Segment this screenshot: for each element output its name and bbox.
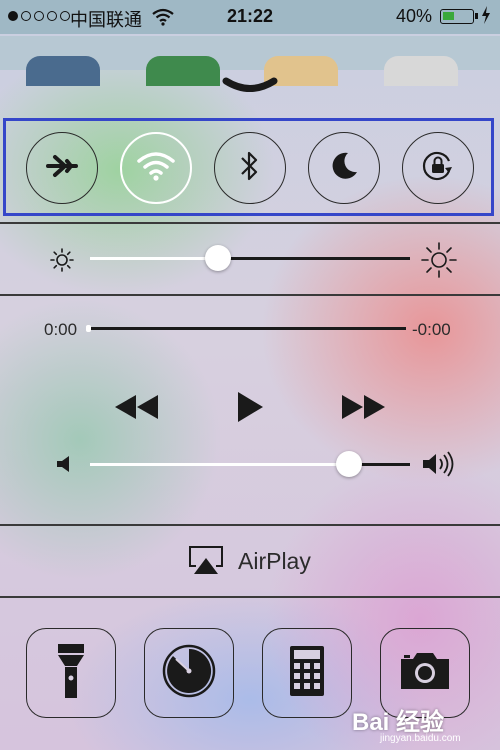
remaining-time: -0:00	[412, 320, 451, 339]
camera-icon	[399, 651, 451, 696]
play-button[interactable]	[232, 390, 268, 428]
airplay-label: AirPlay	[238, 548, 311, 574]
brightness-track-filled	[90, 257, 218, 260]
timer-button[interactable]	[144, 628, 234, 718]
home-screen-peek	[0, 36, 500, 86]
wifi-toggle[interactable]	[120, 132, 192, 204]
section-divider	[0, 222, 500, 224]
calculator-icon	[289, 645, 325, 702]
bluetooth-icon	[238, 148, 262, 189]
airplane-mode-toggle[interactable]	[26, 132, 98, 204]
media-progress-track[interactable]	[88, 327, 406, 330]
charging-icon	[481, 6, 491, 29]
do-not-disturb-toggle[interactable]	[308, 132, 380, 204]
chevron-down-icon[interactable]	[222, 76, 278, 96]
rotation-lock-toggle[interactable]	[402, 132, 474, 204]
status-bar: 中国联通 21:22 40%	[0, 0, 500, 34]
section-divider	[0, 294, 500, 296]
fast-forward-button[interactable]	[340, 392, 388, 426]
rewind-icon	[113, 393, 159, 426]
rewind-button[interactable]	[112, 392, 160, 426]
brightness-high-icon	[420, 241, 458, 284]
volume-track-filled	[90, 463, 349, 466]
flashlight-button[interactable]	[26, 628, 116, 718]
elapsed-time: 0:00	[44, 320, 78, 339]
play-icon	[235, 390, 265, 429]
brightness-low-icon	[48, 246, 76, 279]
battery-percent: 40%	[396, 6, 433, 26]
bluetooth-toggle[interactable]	[214, 132, 286, 204]
calculator-button[interactable]	[262, 628, 352, 718]
watermark-url: jingyan.baidu.com	[380, 733, 461, 744]
volume-slider-knob[interactable]	[336, 451, 362, 477]
moon-icon	[328, 150, 360, 187]
airplay-icon	[188, 544, 224, 581]
timer-icon	[161, 643, 217, 704]
section-divider	[0, 596, 500, 598]
rotation-lock-icon	[419, 147, 457, 190]
brightness-track[interactable]	[218, 257, 410, 260]
section-divider	[0, 524, 500, 526]
media-progress-knob[interactable]	[86, 325, 91, 332]
fast-forward-icon	[341, 393, 387, 426]
volume-high-icon	[422, 450, 456, 483]
battery-icon	[440, 9, 478, 24]
wifi-icon	[137, 150, 175, 187]
volume-low-icon	[56, 454, 72, 479]
brightness-slider-knob[interactable]	[205, 245, 231, 271]
flashlight-icon	[56, 642, 86, 705]
baidu-jingyan-watermark: Bai 经验	[352, 709, 445, 736]
airplane-icon	[45, 149, 79, 188]
